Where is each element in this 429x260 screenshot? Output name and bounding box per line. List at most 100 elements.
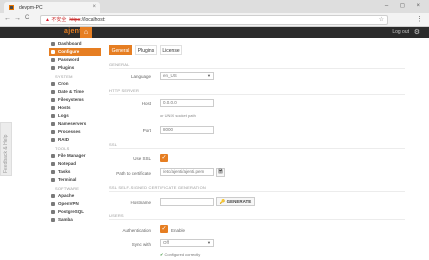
browser-tab-title: devpm-PC xyxy=(19,5,43,11)
port-label: Port xyxy=(142,128,151,133)
sync-with-select[interactable]: Off ▼ xyxy=(160,239,214,247)
section-users-title: USERS xyxy=(109,213,405,220)
sidebar-item-label: PostgreSQL xyxy=(58,209,85,214)
sidebar-item-nameservers[interactable]: Nameservers xyxy=(49,120,101,128)
section-general-title: GENERAL xyxy=(109,62,405,69)
sidebar-item-terminal[interactable]: Terminal xyxy=(49,176,101,184)
sidebar-item-openvpn[interactable]: OpenVPN xyxy=(49,200,101,208)
bookmark-star-icon[interactable]: ☆ xyxy=(379,16,384,24)
sidebar-item-plugins[interactable]: Plugins xyxy=(49,64,101,72)
tasks-icon xyxy=(51,170,55,174)
check-icon: ✓ xyxy=(161,226,167,232)
calendar-icon xyxy=(51,90,55,94)
use-ssl-checkbox[interactable]: ✓ xyxy=(160,154,168,162)
sidebar-item-samba[interactable]: Samba xyxy=(49,216,101,224)
terminal-icon xyxy=(51,178,55,182)
insecure-label: 不安全 xyxy=(51,17,67,23)
sidebar-item-label: Cron xyxy=(58,81,69,86)
settings-gear-icon[interactable]: ⚙ xyxy=(414,28,420,36)
window-controls[interactable]: – ◻ × xyxy=(385,2,425,9)
sidebar-item-label: Dashboard xyxy=(58,41,82,46)
language-select[interactable]: en_US ▼ xyxy=(160,72,214,80)
feedback-help-label: Feedback & Help xyxy=(3,134,9,173)
authentication-label: Authentication xyxy=(122,228,151,233)
host-input[interactable]: 0.0.0.0 xyxy=(160,99,214,107)
database-icon xyxy=(51,210,55,214)
forward-icon[interactable]: → xyxy=(14,15,21,22)
sidebar-item-label: Password xyxy=(58,57,80,62)
folder-icon xyxy=(51,154,55,158)
apache-icon xyxy=(51,194,55,198)
sidebar-item-label: Plugins xyxy=(58,65,75,70)
sidebar-item-password[interactable]: Password xyxy=(49,56,101,64)
file-browse-icon[interactable]: 🗎 xyxy=(216,168,225,177)
vpn-icon xyxy=(51,202,55,206)
sidebar-section-tools: TOOLS xyxy=(55,146,70,151)
generate-button[interactable]: 🔑 GENERATE xyxy=(216,197,255,206)
chevron-down-icon: ▼ xyxy=(207,73,211,78)
sidebar-item-label: Terminal xyxy=(58,177,77,182)
sidebar-item-hosts[interactable]: Hosts xyxy=(49,104,101,112)
tab-license[interactable]: License xyxy=(160,45,182,55)
section-http-title: HTTP SERVER xyxy=(109,88,405,95)
browser-menu-icon[interactable]: ⋮ xyxy=(416,15,423,23)
sidebar-item-date-time[interactable]: Date & Time xyxy=(49,88,101,96)
sidebar-item-apache[interactable]: Apache xyxy=(49,192,101,200)
key-icon: 🔑 xyxy=(219,199,226,204)
configured-text: Configured correctly xyxy=(164,252,201,257)
port-input[interactable]: 8000 xyxy=(160,126,214,134)
sidebar-item-filesystems[interactable]: Filesystems xyxy=(49,96,101,104)
sidebar-item-raid[interactable]: RAID xyxy=(49,136,101,144)
tab-close-icon[interactable]: × xyxy=(92,4,96,10)
sidebar-item-label: File Manager xyxy=(58,153,86,158)
check-icon: ✓ xyxy=(161,155,167,161)
enable-label: Enable xyxy=(171,228,186,233)
sidebar-section-system: SYSTEM xyxy=(55,74,73,79)
logout-link[interactable]: Log out xyxy=(392,29,409,35)
url-scheme: https xyxy=(69,17,81,23)
sidebar-item-label: Apache xyxy=(58,193,75,198)
sidebar-item-label: Tasks xyxy=(58,169,71,174)
samba-icon xyxy=(51,218,55,222)
sidebar-item-label: Date & Time xyxy=(58,89,84,94)
sidebar-item-label: Hosts xyxy=(58,105,71,110)
favicon-icon xyxy=(9,5,14,10)
tab-plugins[interactable]: Plugins xyxy=(135,45,157,55)
sidebar-item-dashboard[interactable]: Dashboard xyxy=(49,40,101,48)
sidebar-item-label: RAID xyxy=(58,137,69,142)
generate-label: GENERATE xyxy=(226,199,252,204)
sidebar-item-file-manager[interactable]: File Manager xyxy=(49,152,101,160)
host-label: Host xyxy=(141,101,151,106)
hostname-input[interactable] xyxy=(160,198,214,206)
cert-path-input[interactable]: /etc/ajenti/ajenti.pem xyxy=(160,168,214,176)
authentication-checkbox[interactable]: ✓ xyxy=(160,225,168,233)
hostname-label: Hostname xyxy=(130,200,151,205)
use-ssl-label: Use SSL xyxy=(133,156,151,161)
reload-icon[interactable]: C xyxy=(25,15,29,21)
sidebar-item-label: Nameservers xyxy=(58,121,87,126)
feedback-help-tab[interactable]: Feedback & Help xyxy=(0,122,12,176)
back-icon[interactable]: ← xyxy=(4,15,11,22)
browser-tab[interactable]: devpm-PC × xyxy=(4,2,100,13)
language-label: Language xyxy=(130,74,151,79)
sidebar-item-cron[interactable]: Cron xyxy=(49,80,101,88)
sidebar-item-notepad[interactable]: Notepad xyxy=(49,160,101,168)
tab-general[interactable]: General xyxy=(109,45,132,55)
home-button[interactable]: ⌂ xyxy=(80,27,92,38)
sidebar-item-label: Processes xyxy=(58,129,81,134)
dashboard-icon xyxy=(51,42,55,46)
sidebar-item-logs[interactable]: Logs xyxy=(49,112,101,120)
cert-path-label: Path to certificate xyxy=(116,171,151,176)
sidebar-item-label: Samba xyxy=(58,217,73,222)
configure-icon xyxy=(51,50,55,54)
sidebar-item-postgresql[interactable]: PostgreSQL xyxy=(49,208,101,216)
check-icon: ✔ xyxy=(160,252,164,257)
address-bar[interactable]: ▲ 不安全 https://localhost: ☆ xyxy=(40,15,388,25)
sidebar-item-tasks[interactable]: Tasks xyxy=(49,168,101,176)
sidebar-item-configure[interactable]: Configure xyxy=(49,48,101,56)
sidebar-item-label: Configure xyxy=(58,49,80,54)
sidebar-item-label: Notepad xyxy=(58,161,76,166)
browser-titlebar: devpm-PC × – ◻ × xyxy=(0,0,429,13)
sidebar-item-processes[interactable]: Processes xyxy=(49,128,101,136)
sync-with-label: Sync with xyxy=(131,242,151,247)
